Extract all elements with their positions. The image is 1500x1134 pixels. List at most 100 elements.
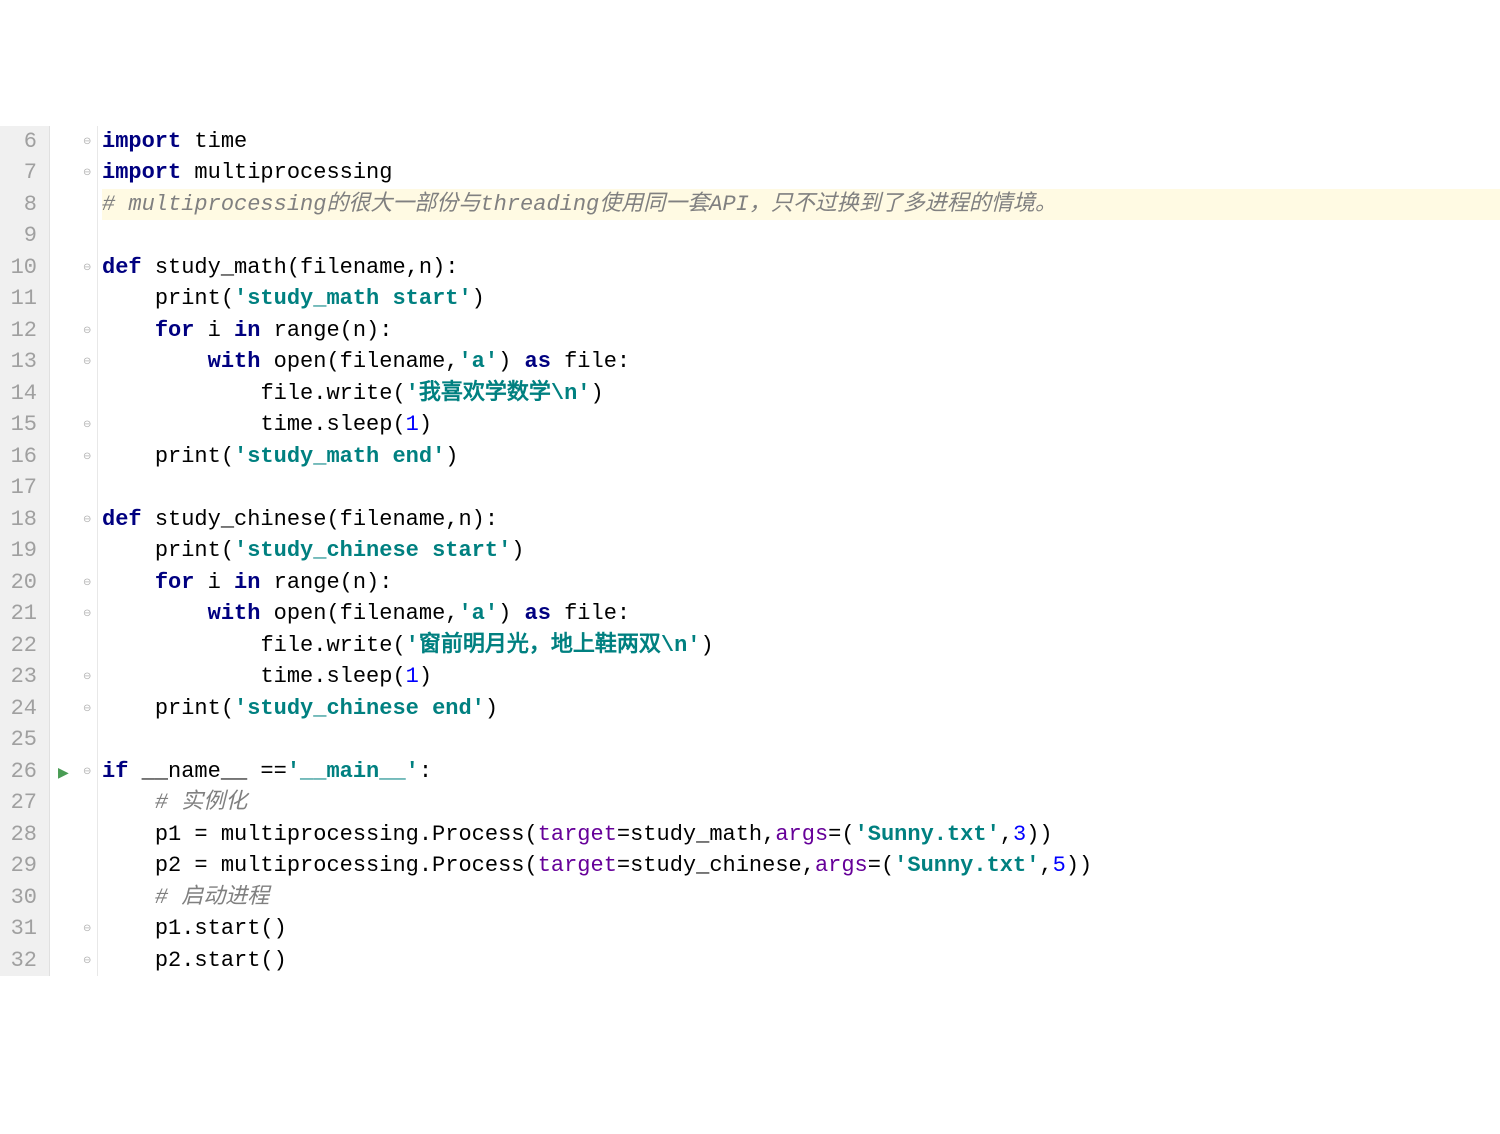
fold-icon[interactable]: ⊖ — [83, 136, 91, 150]
indent — [102, 787, 155, 818]
line-number: 22 — [8, 630, 37, 662]
code-line[interactable]: file.write('我喜欢学数学\n') — [102, 378, 1500, 410]
code-line[interactable]: def study_chinese(filename,n): — [102, 504, 1500, 536]
token-kw: in — [234, 315, 260, 346]
line-number: 27 — [8, 787, 37, 819]
token-plain: (filename,n): — [287, 252, 459, 283]
code-line[interactable]: for i in range(n): — [102, 315, 1500, 347]
token-str: 'study_math end' — [234, 441, 445, 472]
code-area[interactable]: import timeimport multiprocessing# multi… — [98, 126, 1500, 977]
indent — [102, 819, 155, 850]
token-plain: file: — [551, 346, 630, 377]
line-number: 12 — [8, 315, 37, 347]
token-plain: time.sleep( — [260, 409, 405, 440]
line-number: 20 — [8, 567, 37, 599]
line-number: 10 — [8, 252, 37, 284]
code-editor[interactable]: 6789101112131415161718192021222324252627… — [0, 126, 1500, 977]
line-number: 9 — [8, 220, 37, 252]
fold-icon[interactable]: ⊖ — [83, 451, 91, 465]
code-line[interactable]: print('study_chinese end') — [102, 693, 1500, 725]
code-line[interactable]: file.write('窗前明月光，地上鞋两双\n') — [102, 630, 1500, 662]
indent — [102, 913, 155, 944]
indent — [102, 598, 208, 629]
line-number: 25 — [8, 724, 37, 756]
indent — [102, 567, 155, 598]
token-plain: , — [1039, 850, 1052, 881]
token-kw: as — [525, 346, 551, 377]
code-line[interactable]: import multiprocessing — [102, 157, 1500, 189]
line-number: 6 — [8, 126, 37, 158]
token-plain: ) — [590, 378, 603, 409]
indent — [102, 535, 155, 566]
token-plain: p1.start() — [155, 913, 287, 944]
code-line[interactable] — [102, 724, 1500, 756]
token-str: '我喜欢学数学\n' — [406, 378, 591, 409]
code-line[interactable]: # 实例化 — [102, 787, 1500, 819]
fold-icon[interactable]: ⊖ — [83, 325, 91, 339]
fold-icon[interactable]: ⊖ — [83, 955, 91, 969]
code-line[interactable]: # 启动进程 — [102, 882, 1500, 914]
token-plain: )) — [1026, 819, 1052, 850]
fold-icon[interactable]: ⊖ — [83, 766, 91, 780]
token-num: 5 — [1053, 850, 1066, 881]
fold-icon[interactable]: ⊖ — [83, 356, 91, 370]
code-line[interactable]: time.sleep(1) — [102, 409, 1500, 441]
fold-icon[interactable]: ⊖ — [83, 671, 91, 685]
indent — [102, 882, 155, 913]
code-line[interactable]: p1.start() — [102, 913, 1500, 945]
code-line[interactable]: with open(filename,'a') as file: — [102, 598, 1500, 630]
token-kw: def — [102, 504, 142, 535]
token-plain: p2.start() — [155, 945, 287, 976]
code-line[interactable]: if __name__ =='__main__': — [102, 756, 1500, 788]
fold-icon[interactable]: ⊖ — [83, 167, 91, 181]
fold-icon[interactable]: ⊖ — [83, 514, 91, 528]
token-plain: ) — [498, 598, 524, 629]
code-line[interactable]: # multiprocessing的很大一部份与threading使用同一套AP… — [102, 189, 1500, 221]
fold-icon[interactable]: ⊖ — [83, 419, 91, 433]
indent — [102, 850, 155, 881]
token-str: '窗前明月光，地上鞋两双\n' — [406, 630, 701, 661]
token-plain: =study_chinese, — [617, 850, 815, 881]
line-number: 24 — [8, 693, 37, 725]
indent — [102, 346, 208, 377]
code-line[interactable]: time.sleep(1) — [102, 661, 1500, 693]
code-line[interactable]: for i in range(n): — [102, 567, 1500, 599]
token-fn: study_math — [155, 252, 287, 283]
token-cmt: # 启动进程 — [155, 882, 269, 913]
token-plain: file.write( — [260, 630, 405, 661]
token-plain: ) — [472, 283, 485, 314]
code-line[interactable]: print('study_math start') — [102, 283, 1500, 315]
token-plain: =study_math, — [617, 819, 775, 850]
fold-icon[interactable]: ⊖ — [83, 577, 91, 591]
code-line[interactable]: with open(filename,'a') as file: — [102, 346, 1500, 378]
token-plain: print( — [155, 441, 234, 472]
code-line[interactable]: p1 = multiprocessing.Process(target=stud… — [102, 819, 1500, 851]
code-line[interactable]: p2.start() — [102, 945, 1500, 977]
token-plain: p1 = multiprocessing.Process( — [155, 819, 538, 850]
token-str: 'study_chinese start' — [234, 535, 511, 566]
token-plain: range(n): — [260, 567, 392, 598]
run-icon[interactable]: ▶ — [58, 764, 69, 784]
line-number: 15 — [8, 409, 37, 441]
code-line[interactable] — [102, 472, 1500, 504]
token-plain: =( — [828, 819, 854, 850]
token-num: 1 — [406, 409, 419, 440]
fold-gutter: ⊖ ⊖ ⊖ ⊖ ⊖ ⊖ ⊖ ⊖ ⊖ ⊖ ⊖ ⊖ ⊖ ⊖ ⊖ — [80, 126, 98, 977]
token-kw: for — [155, 315, 195, 346]
code-line[interactable]: import time — [102, 126, 1500, 158]
code-line[interactable]: p2 = multiprocessing.Process(target=stud… — [102, 850, 1500, 882]
code-line[interactable] — [102, 220, 1500, 252]
token-str: 'a' — [458, 598, 498, 629]
token-str: '__main__' — [287, 756, 419, 787]
token-kw: if — [102, 756, 128, 787]
token-str: 'study_chinese end' — [234, 693, 485, 724]
fold-icon[interactable]: ⊖ — [83, 262, 91, 276]
code-line[interactable]: def study_math(filename,n): — [102, 252, 1500, 284]
fold-icon[interactable]: ⊖ — [83, 608, 91, 622]
fold-icon[interactable]: ⊖ — [83, 703, 91, 717]
code-line[interactable]: print('study_math end') — [102, 441, 1500, 473]
code-line[interactable]: print('study_chinese start') — [102, 535, 1500, 567]
line-number: 16 — [8, 441, 37, 473]
token-str: 'Sunny.txt' — [855, 819, 1000, 850]
fold-icon[interactable]: ⊖ — [83, 923, 91, 937]
